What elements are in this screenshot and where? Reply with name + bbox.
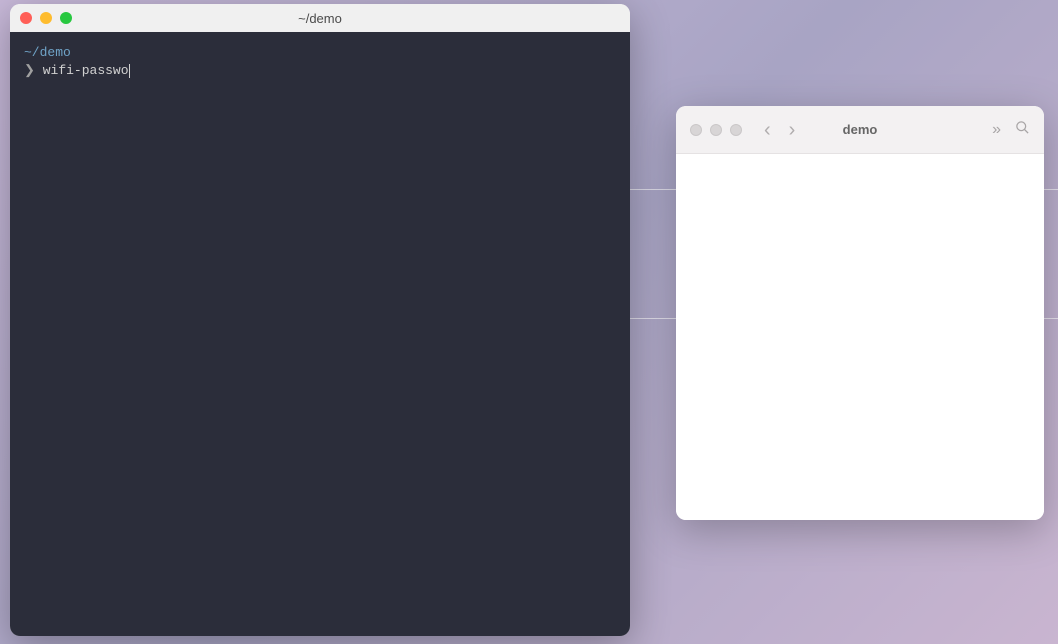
prompt-line: ❯ wifi-passwo [24,62,616,80]
back-button[interactable]: ‹ [764,120,771,140]
minimize-button[interactable] [40,12,52,24]
forward-button[interactable]: › [789,120,796,140]
close-button[interactable] [20,12,32,24]
finder-content[interactable] [676,154,1044,520]
cursor [129,64,130,78]
finder-toolbar[interactable]: ‹ › demo » [676,106,1044,154]
search-icon[interactable] [1015,120,1030,139]
terminal-titlebar[interactable]: ~/demo [10,4,630,32]
more-icon[interactable]: » [992,121,1001,139]
close-button-inactive[interactable] [690,124,702,136]
toolbar-right: » [992,120,1030,139]
minimize-button-inactive[interactable] [710,124,722,136]
finder-window: ‹ › demo » [676,106,1044,520]
prompt-symbol: ❯ [24,63,35,78]
terminal-body[interactable]: ~/demo ❯ wifi-passwo [10,32,630,636]
command-text: wifi-passwo [43,63,129,78]
window-controls-inactive [690,124,742,136]
window-controls [20,12,72,24]
maximize-button-inactive[interactable] [730,124,742,136]
prompt-path: ~/demo [24,44,616,62]
terminal-title: ~/demo [10,11,630,26]
maximize-button[interactable] [60,12,72,24]
nav-buttons: ‹ › [764,120,795,140]
terminal-window: ~/demo ~/demo ❯ wifi-passwo [10,4,630,636]
